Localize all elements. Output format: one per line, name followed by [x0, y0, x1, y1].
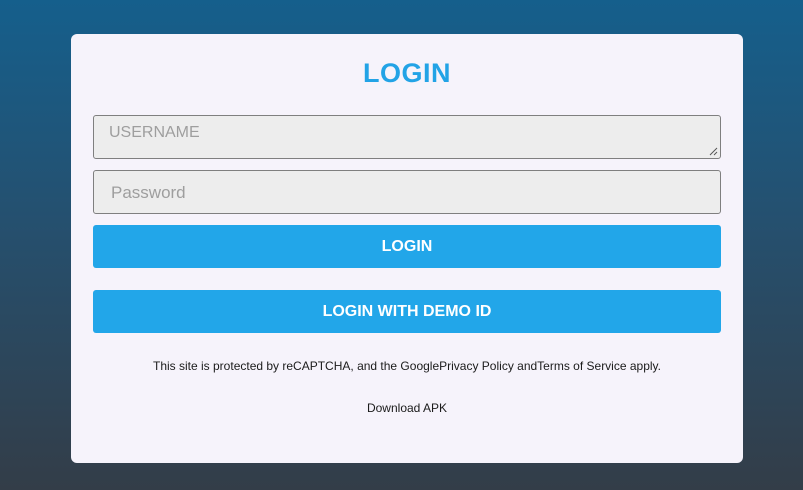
- username-input[interactable]: USERNAME: [93, 115, 721, 159]
- login-card: LOGIN USERNAME Password LOGIN LOGIN WITH…: [71, 34, 743, 463]
- login-with-demo-id-button[interactable]: LOGIN WITH DEMO ID: [93, 290, 721, 333]
- login-title: LOGIN: [363, 58, 451, 88]
- password-input[interactable]: Password: [93, 170, 721, 214]
- recaptcha-notice: This site is protected by reCAPTCHA, and…: [153, 359, 661, 373]
- login-button[interactable]: LOGIN: [93, 225, 721, 268]
- resize-grip-icon[interactable]: [709, 147, 718, 156]
- download-apk-link[interactable]: Download APK: [71, 401, 743, 415]
- username-placeholder: USERNAME: [109, 124, 200, 141]
- password-placeholder: Password: [111, 183, 186, 202]
